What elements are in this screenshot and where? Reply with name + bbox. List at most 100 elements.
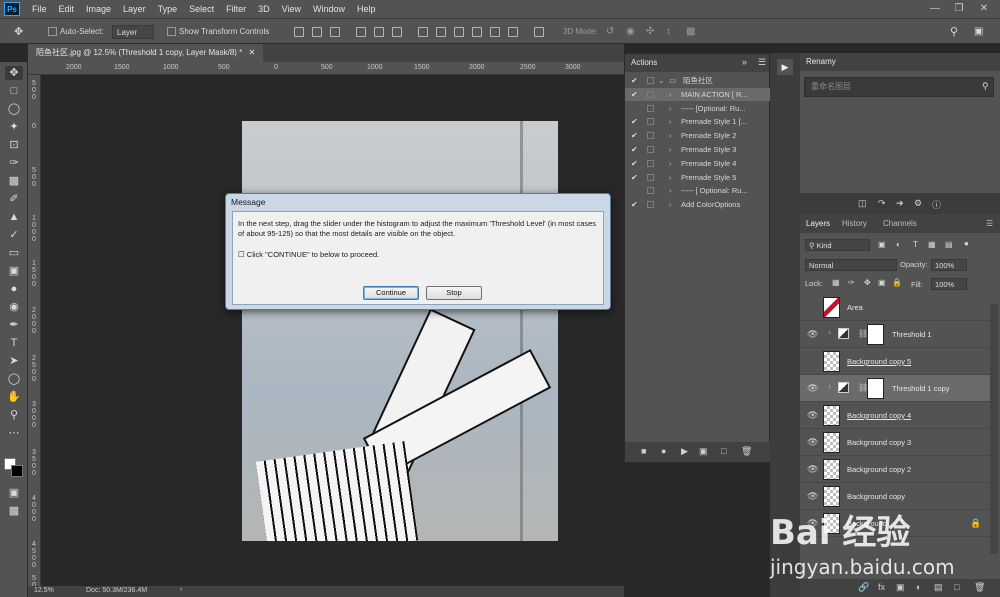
action-toggle-check-icon[interactable]: ✔ [631, 143, 638, 156]
align-center-icon[interactable] [312, 27, 322, 37]
action-row[interactable]: › ----- [Optional: Ru... [625, 102, 771, 115]
visibility-eye-icon[interactable]: 👁 [807, 491, 818, 502]
tab-history[interactable]: History [842, 219, 867, 228]
clone-stamp-tool-icon[interactable]: ▲ [5, 210, 23, 224]
align-left-icon[interactable] [294, 27, 304, 37]
close-icon[interactable]: ✕ [975, 0, 993, 18]
action-row[interactable]: ✔ › Add ColorOptions [625, 198, 771, 211]
expand-right-icon[interactable]: › [669, 157, 672, 170]
menu-layer[interactable]: Layer [117, 0, 152, 18]
expand-right-icon[interactable]: › [669, 143, 672, 156]
visibility-eye-icon[interactable]: 👁 [807, 383, 818, 394]
panel-menu-icon[interactable]: ☰ [758, 57, 766, 68]
document-canvas[interactable] [242, 121, 558, 541]
restore-icon[interactable]: ❐ [950, 0, 968, 18]
healing-brush-tool-icon[interactable]: ▩ [5, 174, 23, 188]
renamy-settings-icon[interactable]: ⚙ [914, 198, 922, 209]
renamy-tool-3-icon[interactable]: ➔ [896, 198, 904, 209]
move-tool-icon[interactable]: ✥ [5, 66, 23, 80]
lock-artboard-icon[interactable]: ▣ [878, 278, 886, 287]
distribute-3-icon[interactable] [454, 27, 464, 37]
auto-select-dropdown[interactable]: Layer [112, 25, 154, 39]
action-toggle-check-icon[interactable]: ✔ [631, 88, 638, 101]
menu-window[interactable]: Window [307, 0, 351, 18]
align-bottom-icon[interactable] [392, 27, 402, 37]
marquee-tool-icon[interactable]: □ [5, 84, 23, 98]
renamy-tool-2-icon[interactable]: ↷ [878, 198, 886, 209]
action-toggle-check-icon[interactable]: ✔ [631, 198, 638, 211]
zoom-tool-icon[interactable]: ⚲ [5, 408, 23, 422]
align-right-icon[interactable] [330, 27, 340, 37]
layer-thumbnail[interactable] [823, 297, 840, 318]
renamy-search-input[interactable]: 重命名图层 [804, 77, 994, 97]
dialog-toggle-box[interactable] [647, 146, 654, 153]
minimize-icon[interactable]: — [926, 0, 944, 18]
3d-orbit-icon[interactable]: ↺ [606, 25, 614, 39]
expand-right-icon[interactable]: › [669, 115, 672, 128]
stop-button[interactable]: Stop [426, 286, 482, 300]
menu-filter[interactable]: Filter [220, 0, 252, 18]
expand-right-icon[interactable]: › [669, 129, 672, 142]
layer-row[interactable]: Background copy 5 [800, 348, 990, 375]
expand-right-icon[interactable]: › [669, 102, 672, 115]
auto-align-icon[interactable] [534, 27, 544, 37]
kind-filter-dropdown[interactable]: ⚲ Kind [805, 239, 870, 251]
collapse-panel-icon[interactable]: » [742, 57, 747, 67]
layer-thumbnail[interactable] [823, 486, 840, 507]
zoom-level[interactable]: 12.5% [34, 587, 54, 594]
fill-input[interactable]: 100% [931, 278, 967, 290]
layer-row[interactable]: 👁 Background copy 2 [800, 456, 990, 483]
crop-tool-icon[interactable]: ⊡ [5, 138, 23, 152]
lock-position-icon[interactable]: ✥ [864, 278, 871, 287]
align-middle-icon[interactable] [374, 27, 384, 37]
filter-pixel-icon[interactable]: ▣ [878, 240, 886, 249]
layer-row[interactable]: Area [800, 294, 990, 321]
menu-help[interactable]: Help [351, 0, 382, 18]
renamy-tool-1-icon[interactable]: ◫ [858, 198, 867, 209]
dialog-toggle-box[interactable] [647, 159, 654, 167]
menu-3d[interactable]: 3D [252, 0, 276, 18]
distribute-1-icon[interactable] [418, 27, 428, 37]
threshold-adjustment-icon[interactable] [838, 328, 849, 339]
path-selection-tool-icon[interactable]: ➤ [5, 354, 23, 368]
actions-panel-title[interactable]: Actions [631, 58, 657, 67]
action-row[interactable]: ✔ › MAIN ACTION [ R... [625, 87, 771, 101]
menu-image[interactable]: Image [80, 0, 117, 18]
continue-button[interactable]: Continue [363, 286, 419, 300]
move-tool-icon[interactable]: ✥ [14, 25, 23, 39]
expand-right-icon[interactable]: › [669, 88, 672, 101]
action-row[interactable]: ✔ › Premade Style 1 [... [625, 115, 771, 128]
lasso-tool-icon[interactable]: ◯ [5, 102, 23, 116]
document-tab[interactable]: 陌鱼社区.jpg @ 12.5% (Threshold 1 copy, Laye… [28, 44, 264, 62]
distribute-5-icon[interactable] [490, 27, 500, 37]
action-toggle-check-icon[interactable]: ✔ [631, 74, 638, 87]
distribute-2-icon[interactable] [436, 27, 446, 37]
menu-view[interactable]: View [276, 0, 307, 18]
magic-wand-tool-icon[interactable]: ✦ [5, 120, 23, 134]
expand-down-icon[interactable]: ⌄ [658, 74, 664, 87]
dialog-toggle-box[interactable] [647, 77, 654, 84]
visibility-eye-icon[interactable]: 👁 [807, 464, 818, 475]
blend-mode-dropdown[interactable]: Normal [805, 259, 897, 271]
menu-edit[interactable]: Edit [53, 0, 81, 18]
background-color-swatch[interactable] [11, 465, 23, 477]
layers-menu-icon[interactable]: ☰ [986, 219, 993, 228]
action-toggle-check-icon[interactable]: ✔ [631, 115, 638, 128]
play-panel-icon[interactable]: ▶ [777, 59, 793, 75]
layer-row[interactable]: 👁 ↓ ⛓ Threshold 1 [800, 321, 990, 348]
action-row[interactable]: ✔ › Premade Style 2 [625, 129, 771, 142]
layer-row[interactable]: 👁 ↓ ⛓ Threshold 1 copy [800, 375, 990, 402]
auto-select-checkbox[interactable]: Auto-Select: [48, 25, 104, 39]
blur-tool-icon[interactable]: ● [5, 282, 23, 296]
distribute-4-icon[interactable] [472, 27, 482, 37]
layer-thumbnail[interactable] [823, 351, 840, 372]
filter-toggle-icon[interactable]: ● [964, 239, 969, 248]
rectangle-tool-icon[interactable]: ◯ [5, 372, 23, 386]
dialog-toggle-box[interactable] [647, 118, 654, 126]
align-top-icon[interactable] [356, 27, 366, 37]
menu-file[interactable]: File [26, 0, 53, 18]
action-row[interactable]: ✔ › Premade Style 5 [625, 171, 771, 184]
dialog-toggle-box[interactable] [647, 173, 654, 181]
close-tab-icon[interactable]: ✕ [249, 48, 256, 57]
action-row[interactable]: ✔ › Premade Style 4 [625, 157, 771, 170]
